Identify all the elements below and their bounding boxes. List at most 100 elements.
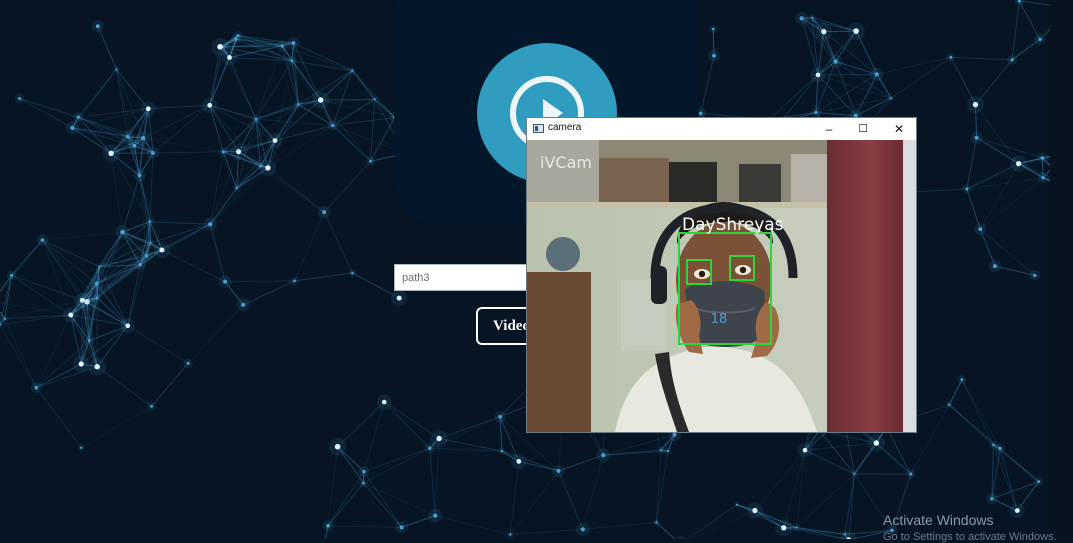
network-node (712, 28, 715, 31)
network-node (80, 447, 82, 449)
network-node (557, 469, 561, 473)
network-node (978, 227, 982, 231)
network-node (326, 524, 330, 528)
network-node (1011, 58, 1014, 61)
network-node (292, 41, 296, 45)
minimize-button[interactable]: – (812, 118, 846, 140)
network-node (821, 29, 826, 34)
network-node (222, 150, 225, 153)
network-node (874, 440, 879, 445)
network-node (150, 405, 153, 408)
network-node (331, 124, 334, 127)
network-node (999, 447, 1002, 450)
network-node (116, 68, 118, 70)
network-node (975, 136, 979, 140)
network-node (151, 151, 155, 155)
network-node (318, 97, 323, 102)
maximize-button[interactable]: ☐ (846, 118, 880, 140)
network-node (217, 44, 223, 50)
network-node (673, 433, 677, 437)
network-node (322, 210, 326, 214)
network-node (428, 447, 431, 450)
network-node (77, 116, 80, 119)
network-node (297, 103, 300, 106)
network-node (1041, 176, 1044, 179)
network-node (138, 263, 142, 267)
network-node (369, 160, 372, 163)
network-node (382, 400, 387, 405)
network-node (120, 230, 125, 235)
camera-window[interactable]: camera – ☐ ✕ (526, 117, 917, 433)
network-node (374, 98, 376, 100)
network-node (351, 272, 354, 275)
network-node (844, 533, 846, 535)
network-node (207, 103, 212, 108)
network-node (80, 298, 85, 303)
network-node (149, 242, 151, 244)
network-node (436, 436, 441, 441)
network-node (948, 404, 950, 406)
network-node (95, 364, 100, 369)
network-node (581, 527, 585, 531)
face-name-label: DayShreyas (682, 215, 784, 235)
network-node (335, 444, 341, 450)
close-button[interactable]: ✕ (882, 118, 916, 140)
network-node (291, 59, 294, 62)
network-node (833, 59, 837, 63)
network-node (96, 24, 100, 28)
network-node (281, 44, 284, 47)
network-node (853, 28, 859, 34)
mask-text: 18 (711, 312, 728, 327)
network-node (1038, 38, 1041, 41)
network-node (1016, 161, 1021, 166)
network-node (781, 525, 786, 530)
network-node (96, 297, 99, 300)
network-node (699, 112, 703, 116)
network-node (293, 280, 296, 283)
network-link (818, 74, 877, 75)
network-node (803, 448, 808, 453)
camera-titlebar[interactable]: camera – ☐ ✕ (527, 118, 916, 141)
network-node (362, 482, 365, 485)
network-node (70, 126, 74, 130)
network-node (138, 174, 142, 178)
network-node (961, 378, 964, 381)
network-node (18, 97, 21, 100)
network-node (1015, 508, 1020, 513)
network-node (1041, 156, 1045, 160)
network-node (655, 521, 657, 523)
network-node (227, 55, 232, 60)
network-node (909, 473, 912, 476)
network-node (875, 72, 879, 76)
camera-feed: 18 DayShreyas iVCam (527, 140, 916, 432)
network-node (397, 296, 402, 301)
network-node (234, 38, 237, 41)
network-node (949, 56, 952, 59)
network-node (853, 473, 855, 475)
network-node (965, 188, 968, 191)
network-node (501, 450, 503, 452)
network-node (208, 222, 212, 226)
network-node (973, 102, 978, 107)
network-node (95, 282, 99, 286)
network-node (351, 70, 353, 72)
network-node (98, 266, 100, 268)
network-node (41, 238, 45, 242)
network-node (10, 274, 13, 277)
network-node (79, 361, 84, 366)
network-node (255, 118, 258, 121)
network-node (660, 449, 662, 451)
camera-window-title: camera (548, 122, 581, 133)
network-node (400, 525, 404, 529)
network-node (159, 248, 164, 253)
network-node (236, 187, 238, 189)
ivcam-watermark: iVCam (540, 153, 592, 172)
network-node (667, 450, 669, 452)
network-node (273, 138, 278, 143)
network-node (141, 136, 145, 140)
network-node (990, 497, 993, 500)
network-node (149, 220, 152, 223)
network-node (800, 16, 804, 20)
network-node (890, 97, 892, 99)
activate-windows-title: Activate Windows (883, 512, 993, 528)
